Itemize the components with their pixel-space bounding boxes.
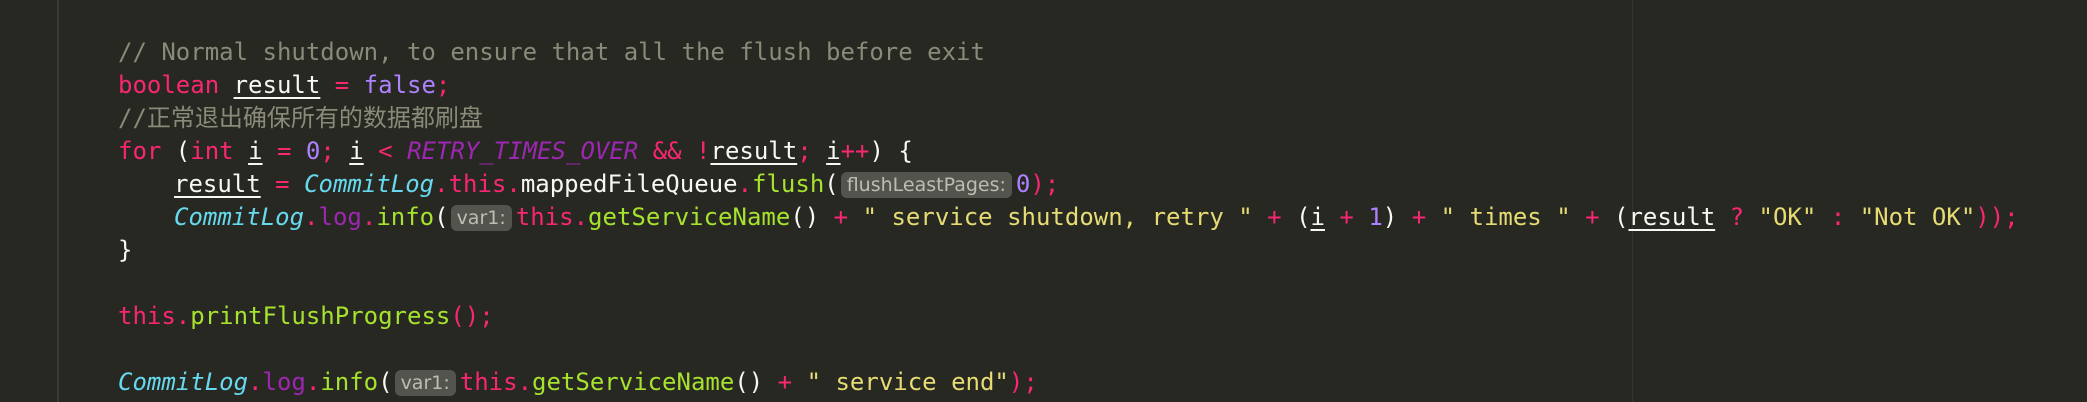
- punctuation: ;: [435, 71, 451, 99]
- punctuation: .: [737, 170, 753, 198]
- operator: :: [1816, 203, 1860, 231]
- punctuation: (: [824, 170, 839, 198]
- code-line-2[interactable]: boolean result = false;: [118, 69, 2087, 102]
- operator: +: [819, 203, 863, 231]
- number-literal: 0: [1015, 170, 1031, 198]
- operator: +: [763, 368, 807, 396]
- punctuation: (: [434, 203, 449, 231]
- parameter-hint: var1:: [394, 370, 456, 396]
- punctuation: .: [175, 302, 191, 330]
- punctuation: .: [517, 368, 533, 396]
- variable: i: [826, 137, 841, 165]
- keyword: boolean: [118, 71, 220, 99]
- operator: +: [1397, 203, 1441, 231]
- punctuation: .: [305, 368, 321, 396]
- punctuation: .: [248, 368, 263, 396]
- string-literal: " times ": [1440, 203, 1571, 231]
- operator: =: [320, 71, 364, 99]
- code-line-8[interactable]: [118, 267, 2087, 300]
- code-line-9[interactable]: this.printFlushProgress();: [118, 300, 2087, 333]
- string-literal: "OK": [1758, 203, 1817, 231]
- string-literal: " service end": [806, 368, 1009, 396]
- punctuation: ) {: [869, 137, 913, 165]
- keyword: this: [459, 368, 518, 396]
- comment: // Normal shutdown, to ensure that all t…: [118, 38, 985, 66]
- punctuation: (: [161, 137, 191, 165]
- method-name: flush: [752, 170, 825, 198]
- punctuation: (): [790, 203, 820, 231]
- class-name: CommitLog: [174, 203, 305, 231]
- operator: =: [262, 137, 306, 165]
- variable: i: [1310, 203, 1325, 231]
- method-name: getServiceName: [532, 368, 735, 396]
- operator: <: [363, 137, 408, 165]
- variable: result: [1628, 203, 1716, 231]
- punctuation: .: [361, 203, 377, 231]
- punctuation: .: [573, 203, 589, 231]
- keyword: for: [118, 137, 162, 165]
- operator: !: [696, 137, 711, 165]
- punctuation: (: [1614, 203, 1629, 231]
- code-line-11[interactable]: CommitLog.log.info(var1: this.getServiceN…: [118, 366, 2087, 399]
- field: mappedFileQueue: [520, 170, 738, 198]
- operator: ++: [840, 137, 870, 165]
- operator: +: [1570, 203, 1615, 231]
- code-line-7[interactable]: }: [118, 234, 2087, 267]
- punctuation: ();: [450, 302, 494, 330]
- string-literal: " service shutdown, retry ": [862, 203, 1253, 231]
- string-literal: "Not OK": [1859, 203, 1976, 231]
- field: log: [318, 203, 362, 231]
- operator: +: [1324, 203, 1369, 231]
- keyword: this: [515, 203, 574, 231]
- method-name: info: [376, 203, 435, 231]
- keyword: this: [448, 170, 507, 198]
- punctuation: ;: [797, 137, 827, 165]
- code-editor[interactable]: // Normal shutdown, to ensure that all t…: [0, 0, 2087, 402]
- punctuation: (: [1296, 203, 1311, 231]
- keyword: int: [190, 137, 234, 165]
- code-line-5[interactable]: result = CommitLog.this.mappedFileQueue.…: [118, 168, 2087, 201]
- variable: result: [233, 71, 321, 99]
- punctuation: );: [1008, 368, 1038, 396]
- operator: +: [1252, 203, 1297, 231]
- code-line-6[interactable]: CommitLog.log.info(var1: this.getServiceN…: [118, 201, 2087, 234]
- method-name: printFlushProgress: [190, 302, 451, 330]
- parameter-hint: var1:: [450, 205, 512, 231]
- field: log: [262, 368, 306, 396]
- code-area[interactable]: // Normal shutdown, to ensure that all t…: [118, 36, 2087, 399]
- operator: &&: [638, 137, 697, 165]
- operator: ?: [1715, 203, 1759, 231]
- punctuation: );: [1030, 170, 1060, 198]
- literal: false: [363, 71, 436, 99]
- class-name: CommitLog: [304, 170, 435, 198]
- punctuation: .: [506, 170, 521, 198]
- constant: RETRY_TIMES_OVER: [407, 137, 639, 165]
- code-line-3[interactable]: //正常退出确保所有的数据都刷盘: [118, 102, 2087, 135]
- code-line-10[interactable]: [118, 333, 2087, 366]
- punctuation: .: [304, 203, 319, 231]
- operator: =: [260, 170, 305, 198]
- variable: result: [710, 137, 798, 165]
- punctuation: ;: [320, 137, 350, 165]
- punctuation: ));: [1975, 203, 2019, 231]
- gutter-divider: [57, 0, 59, 402]
- code-line-1[interactable]: // Normal shutdown, to ensure that all t…: [118, 36, 2087, 69]
- variable: i: [248, 137, 263, 165]
- punctuation: .: [434, 170, 449, 198]
- class-name: CommitLog: [118, 368, 249, 396]
- method-name: getServiceName: [588, 203, 791, 231]
- closing-brace: }: [118, 236, 133, 264]
- variable: result: [174, 170, 261, 198]
- number-literal: 1: [1368, 203, 1383, 231]
- variable: i: [349, 137, 364, 165]
- code-line-4[interactable]: for (int i = 0; i < RETRY_TIMES_OVER && …: [118, 135, 2087, 168]
- method-name: info: [320, 368, 379, 396]
- number-literal: 0: [305, 137, 321, 165]
- parameter-hint: flushLeastPages:: [840, 172, 1012, 198]
- punctuation: ): [1382, 203, 1398, 231]
- comment: //正常退出确保所有的数据都刷盘: [118, 104, 483, 132]
- punctuation: (): [734, 368, 764, 396]
- keyword: this: [118, 302, 176, 330]
- punctuation: (: [378, 368, 393, 396]
